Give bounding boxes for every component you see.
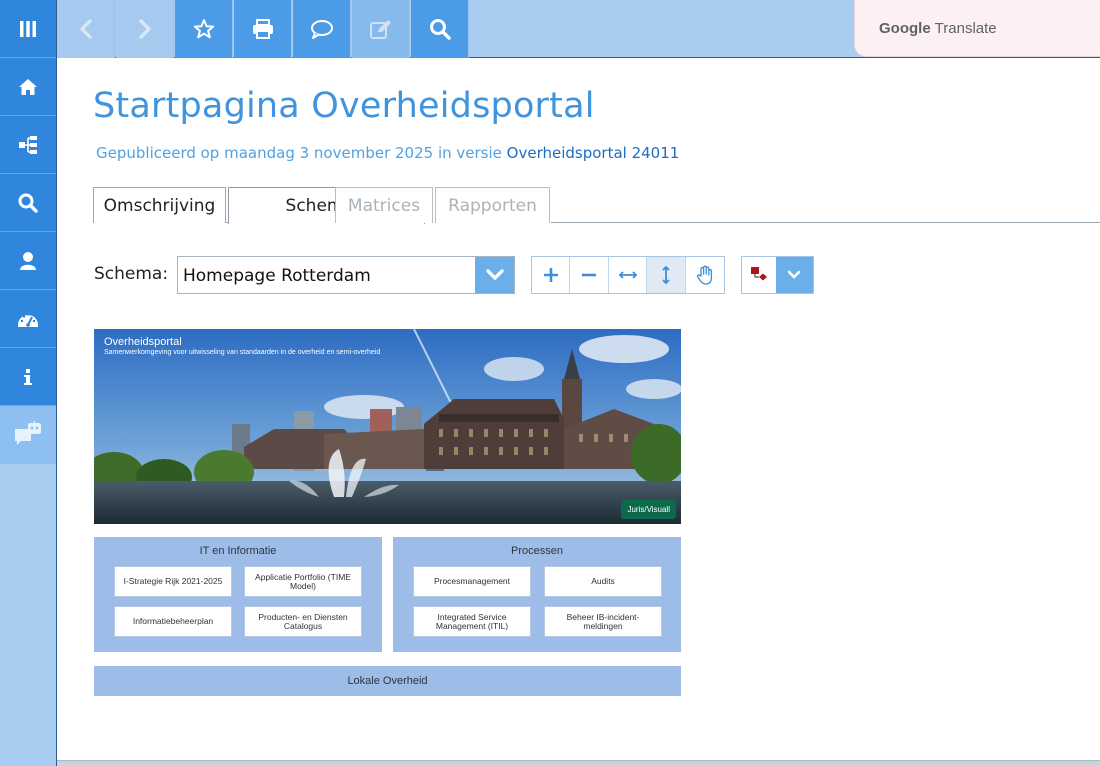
arrows-horizontal-icon (618, 271, 637, 279)
bottom-border (57, 760, 1100, 766)
hand-icon (696, 265, 712, 285)
info-button[interactable] (0, 348, 56, 406)
shapes-icon (750, 267, 767, 281)
card-procesmanagement[interactable]: Procesmanagement (413, 566, 531, 597)
chevron-down-icon (485, 269, 504, 281)
google-translate-widget[interactable]: Google Translate (854, 0, 1100, 57)
search-toolbar-button[interactable] (411, 0, 469, 58)
dashboard-button[interactable] (0, 290, 56, 348)
schema-select[interactable]: Homepage Rotterdam (177, 256, 515, 294)
zoom-controls (531, 256, 725, 294)
comment-button[interactable] (293, 0, 351, 58)
chevron-down-icon (787, 270, 801, 279)
panel-title: IT en Informatie (199, 545, 277, 557)
search-icon (429, 19, 451, 40)
print-icon (252, 19, 273, 39)
user-icon (20, 251, 36, 270)
arrows-vertical-icon (662, 265, 670, 285)
panel-it-informatie: IT en Informatie I-Strategie Rijk 2021-2… (94, 537, 382, 652)
binnenhof-photo (94, 329, 681, 524)
sitemap-icon (19, 135, 37, 154)
pan-button[interactable] (686, 257, 724, 293)
tab-divider (551, 222, 1100, 223)
published-info: Gepubliceerd op maandag 3 november 2025 … (96, 144, 679, 162)
user-button[interactable] (0, 232, 56, 290)
zoom-in-button[interactable] (532, 257, 571, 293)
layer-dropdown-button[interactable] (775, 257, 813, 293)
zoom-out-button[interactable] (570, 257, 609, 293)
favorite-button[interactable] (175, 0, 233, 58)
card-beheer-ib[interactable]: Beheer IB-incident-meldingen (544, 606, 662, 637)
layer-style-button[interactable] (742, 257, 776, 293)
juris-visuall-badge: Juris/Visuall (621, 500, 676, 519)
search-icon (18, 193, 38, 213)
card-informatiebeheerplan[interactable]: Informatiebeheerplan (114, 606, 232, 637)
back-icon (79, 19, 92, 39)
lokale-overheid-bar[interactable]: Lokale Overheid (94, 666, 681, 696)
tab-omschrijving[interactable]: Omschrijving (93, 187, 226, 223)
panel-title: Processen (511, 545, 563, 557)
forward-button[interactable] (116, 0, 174, 58)
banner-subtitle: Samenwerkomgeving voor uitwisseling van … (104, 349, 381, 356)
home-button[interactable] (0, 58, 56, 116)
print-button[interactable] (234, 0, 292, 58)
card-audits[interactable]: Audits (544, 566, 662, 597)
menu-button[interactable] (0, 0, 56, 58)
info-icon (24, 368, 32, 385)
edit-icon (369, 20, 391, 39)
page-title: Startpagina Overheidsportal (93, 86, 595, 126)
google-brand: Google (879, 19, 931, 37)
chatbot-icon (15, 421, 41, 445)
layer-controls (741, 256, 814, 294)
plus-icon (543, 268, 558, 282)
tab-matrices: Matrices (335, 187, 433, 223)
card-applicatie-portfolio[interactable]: Applicatie Portfolio (TIME Model) (244, 566, 362, 597)
forward-icon (138, 19, 151, 39)
card-i-strategie[interactable]: I-Strategie Rijk 2021-2025 (114, 566, 232, 597)
translate-label: Translate (934, 19, 997, 37)
dashboard-icon (18, 312, 38, 327)
version-link[interactable]: Overheidsportal 24011 (507, 144, 680, 162)
schema-dropdown-button[interactable] (475, 257, 514, 293)
home-icon (19, 78, 37, 95)
published-text: Gepubliceerd op maandag 3 november 2025 … (96, 144, 502, 162)
fit-width-button[interactable] (609, 257, 648, 293)
fit-height-button[interactable] (647, 257, 686, 293)
minus-icon (582, 273, 597, 277)
sitemap-button[interactable] (0, 116, 56, 174)
sidebar (0, 0, 57, 766)
chatbot-button[interactable] (0, 406, 56, 464)
card-itil[interactable]: Integrated Service Management (ITIL) (413, 606, 531, 637)
edit-button[interactable] (352, 0, 410, 58)
search-side-button[interactable] (0, 174, 56, 232)
tab-rapporten: Rapporten (435, 187, 550, 223)
comment-icon (310, 20, 333, 39)
schema-selected-value: Homepage Rotterdam (183, 266, 371, 286)
banner-title: Overheidsportal (104, 336, 182, 348)
card-producten-diensten[interactable]: Producten- en Diensten Catalogus (244, 606, 362, 637)
star-icon (193, 19, 214, 39)
schema-label: Schema: (94, 264, 169, 284)
diagram-banner[interactable]: Overheidsportal Samenwerkomgeving voor u… (94, 329, 681, 524)
back-button[interactable] (57, 0, 115, 58)
panel-processen: Processen Procesmanagement Audits Integr… (393, 537, 681, 652)
bars-icon (20, 20, 36, 37)
